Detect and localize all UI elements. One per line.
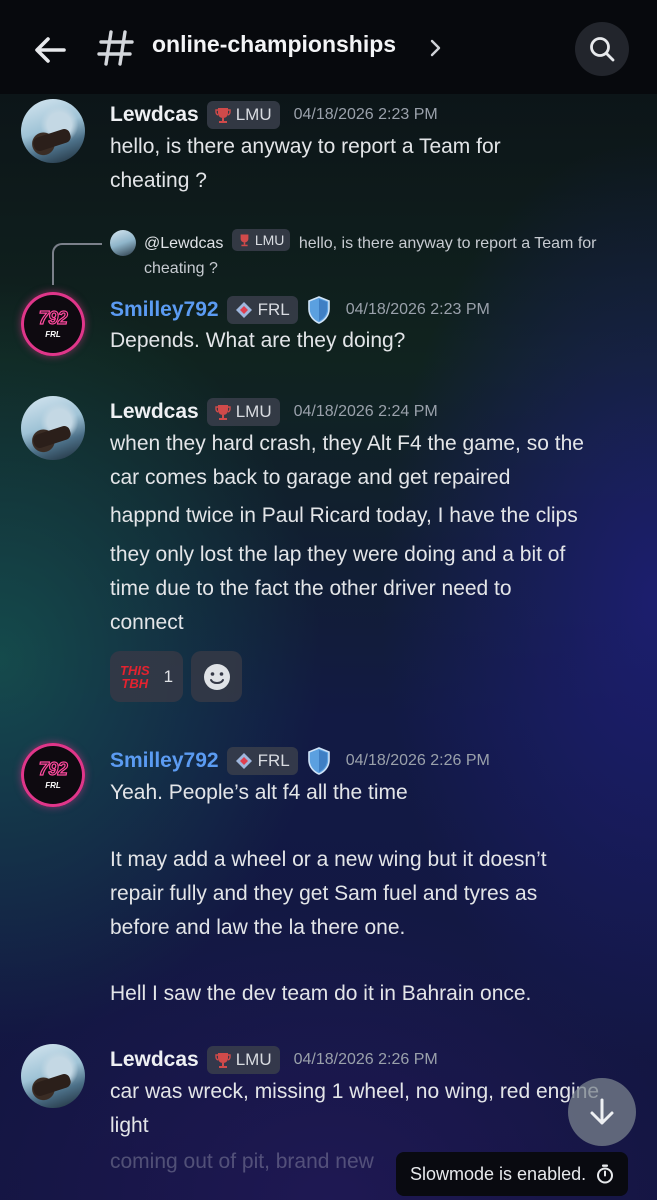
timestamp: 04/18/2026 2:23 PM <box>345 301 490 318</box>
username[interactable]: Lewdcas <box>110 400 199 424</box>
timer-icon <box>597 1164 614 1184</box>
reply-connector <box>52 243 102 285</box>
reaction-this-tbh[interactable]: THIS TBH 1 <box>110 651 183 702</box>
message-line: cheating ? <box>110 169 207 192</box>
server-tag[interactable]: LMU <box>206 398 280 426</box>
message-line: car was wreck, missing 1 wheel, no wing,… <box>110 1080 600 1103</box>
message-meta: Lewdcas LMU 04/18/2026 2:23 PM <box>110 101 438 129</box>
message-line: connect <box>110 611 184 634</box>
back-arrow-icon <box>35 37 66 63</box>
message-line-faded: coming out of pit, brand new <box>110 1150 374 1173</box>
this-tbh-emoji: THIS TBH <box>120 664 150 690</box>
message-meta: Smilley792 FRL 04/18/2026 2:26 PM <box>110 746 490 776</box>
add-reaction-icon <box>203 663 230 690</box>
message-text: happnd twice in Paul Ricard today, I hav… <box>110 499 645 533</box>
message-text: It may add a wheel or a new wing but it … <box>110 843 645 945</box>
tag-label: FRL <box>257 300 290 319</box>
chevron-right-icon[interactable] <box>428 36 444 60</box>
message-meta: Smilley792 FRL 04/18/2026 2:23 PM <box>110 295 490 325</box>
server-tag[interactable]: FRL <box>226 747 298 775</box>
arrow-down-icon <box>590 1098 614 1125</box>
reactions-bar: THIS TBH 1 <box>110 651 242 702</box>
search-button[interactable] <box>575 22 629 76</box>
avatar-number: 792 <box>38 307 68 328</box>
frl-icon <box>235 753 252 769</box>
slowmode-label: Slowmode is enabled. <box>410 1163 587 1184</box>
message-text: Yeah. People’s alt f4 all the time <box>110 776 645 810</box>
trophy-icon <box>240 234 249 247</box>
reply-text-line1: hello, is there anyway to report a Team … <box>298 235 597 252</box>
tag-label: LMU <box>235 402 272 421</box>
username[interactable]: Smilley792 <box>110 298 219 322</box>
username[interactable]: Smilley792 <box>110 749 219 773</box>
reply-avatar <box>110 230 136 256</box>
message-meta: Lewdcas LMU 04/18/2026 2:24 PM <box>110 398 438 426</box>
reply-text-line2: cheating ? <box>144 260 218 277</box>
frl-icon <box>235 302 252 318</box>
message-line: repair fully and they get Sam fuel and t… <box>110 882 538 905</box>
slowmode-indicator: Slowmode is enabled. <box>396 1152 629 1196</box>
message-line: Hell I saw the dev team do it in Bahrain… <box>110 982 532 1005</box>
emoji-line: THIS <box>120 662 150 678</box>
avatar-lewdcas[interactable] <box>21 99 85 163</box>
message-line: light <box>110 1114 149 1137</box>
timestamp: 04/18/2026 2:26 PM <box>293 1051 438 1068</box>
message-text: when they hard crash, they Alt F4 the ga… <box>110 427 645 495</box>
message-text: Hell I saw the dev team do it in Bahrain… <box>110 977 645 1011</box>
reply-preview[interactable]: @Lewdcas LMU hello, is there anyway to r… <box>144 229 644 281</box>
emoji-line: TBH <box>121 675 149 691</box>
reply-server-tag: LMU <box>231 229 291 251</box>
message-line: car comes back to garage and get repaire… <box>110 466 511 489</box>
trophy-icon <box>215 108 231 123</box>
username[interactable]: Lewdcas <box>110 1048 199 1072</box>
reply-mention: @Lewdcas <box>144 235 224 252</box>
message-line: time due to the fact the other driver ne… <box>110 577 512 600</box>
timestamp: 04/18/2026 2:24 PM <box>293 403 438 420</box>
avatar-lewdcas[interactable] <box>21 396 85 460</box>
message-meta: Lewdcas LMU 04/18/2026 2:26 PM <box>110 1046 438 1074</box>
avatar-sub: FRL <box>45 330 61 339</box>
shield-icon <box>307 747 330 775</box>
timestamp: 04/18/2026 2:26 PM <box>345 752 490 769</box>
server-tag[interactable]: FRL <box>226 296 298 324</box>
avatar-number: 792 <box>38 758 68 779</box>
trophy-icon <box>215 405 231 420</box>
message-line: when they hard crash, they Alt F4 the ga… <box>110 432 584 455</box>
message-line: happnd twice in Paul Ricard today, I hav… <box>110 504 578 527</box>
channel-name[interactable]: online-championships <box>152 31 396 58</box>
server-tag[interactable]: LMU <box>206 101 280 129</box>
server-tag[interactable]: LMU <box>206 1046 280 1074</box>
message-line: hello, is there anyway to report a Team … <box>110 135 501 158</box>
search-icon <box>590 37 615 62</box>
message-text: car was wreck, missing 1 wheel, no wing,… <box>110 1075 645 1143</box>
tag-label: LMU <box>235 105 272 124</box>
message-text: hello, is there anyway to report a Team … <box>110 130 645 198</box>
back-button[interactable] <box>28 28 72 72</box>
tag-label: FRL <box>257 751 290 770</box>
avatar-lewdcas[interactable] <box>21 1044 85 1108</box>
message-line: they only lost the lap they were doing a… <box>110 543 566 566</box>
avatar-sub: FRL <box>45 781 61 790</box>
hash-icon <box>96 26 136 70</box>
message-text: they only lost the lap they were doing a… <box>110 538 645 640</box>
reaction-count: 1 <box>163 666 174 686</box>
trophy-icon <box>215 1053 231 1068</box>
message-line: It may add a wheel or a new wing but it … <box>110 848 547 871</box>
timestamp: 04/18/2026 2:23 PM <box>293 106 438 123</box>
reply-tag-label: LMU <box>254 231 285 248</box>
message-line: before and law the la there one. <box>110 916 406 939</box>
avatar-smilley792[interactable]: 792 FRL <box>21 743 85 807</box>
message-line: Yeah. People’s alt f4 all the time <box>110 781 408 804</box>
channel-header: online-championships <box>0 0 657 94</box>
avatar-smilley792[interactable]: 792 FRL <box>21 292 85 356</box>
add-reaction-button[interactable] <box>191 651 242 702</box>
message-text: Depends. What are they doing? <box>110 324 645 358</box>
tag-label: LMU <box>235 1050 272 1069</box>
shield-icon <box>307 296 330 324</box>
jump-to-bottom-button[interactable] <box>568 1078 636 1146</box>
username[interactable]: Lewdcas <box>110 103 199 127</box>
message-line: Depends. What are they doing? <box>110 329 406 352</box>
